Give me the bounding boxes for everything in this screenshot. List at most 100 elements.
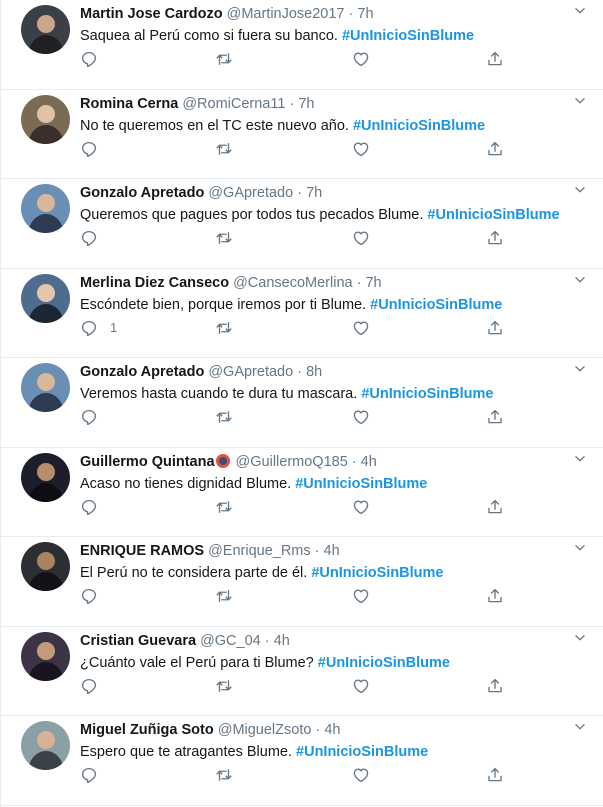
reply-button[interactable]: [80, 139, 110, 159]
tweet[interactable]: Merlina Diez Canseco @CansecoMerlina · 7h…: [1, 269, 603, 358]
like-button[interactable]: [352, 497, 370, 517]
tweet[interactable]: Martin Jose Cardozo @MartinJose2017 · 7h …: [1, 0, 603, 90]
tweet[interactable]: Miguel Zuñiga Soto @MiguelZsoto · 4h Espe…: [1, 716, 603, 806]
chevron-down-icon[interactable]: [573, 452, 587, 466]
user-handle[interactable]: @MartinJose2017: [227, 6, 345, 22]
avatar[interactable]: [21, 94, 70, 144]
like-button[interactable]: [352, 318, 370, 338]
user-handle[interactable]: @Enrique_Rms: [208, 543, 311, 559]
reply-button[interactable]: [80, 407, 110, 427]
display-name[interactable]: Merlina Diez Canseco: [80, 275, 229, 291]
timestamp[interactable]: 7h: [365, 275, 381, 291]
hashtag-link[interactable]: #UnInicioSinBlume: [361, 386, 493, 402]
reply-button[interactable]: [80, 49, 110, 69]
avatar[interactable]: [21, 452, 70, 502]
user-handle[interactable]: @GApretado: [208, 185, 293, 201]
tweet[interactable]: ENRIQUE RAMOS @Enrique_Rms · 4h El Perú n…: [1, 537, 603, 627]
avatar[interactable]: [21, 542, 70, 591]
user-handle[interactable]: @RomiCerna11: [182, 96, 285, 112]
reply-button[interactable]: [80, 497, 110, 517]
chevron-down-icon[interactable]: [573, 720, 587, 734]
user-handle[interactable]: @MiguelZsoto: [218, 722, 312, 738]
retweet-button[interactable]: [215, 228, 233, 248]
display-name[interactable]: Gonzalo Apretado: [80, 185, 204, 201]
retweet-button[interactable]: [215, 765, 233, 785]
retweet-button[interactable]: [215, 49, 233, 69]
reply-button[interactable]: [80, 765, 110, 785]
hashtag-link[interactable]: #UnInicioSinBlume: [296, 744, 428, 760]
share-button[interactable]: [486, 586, 504, 606]
share-button[interactable]: [486, 765, 504, 785]
user-handle[interactable]: @GuillermoQ185: [236, 454, 348, 470]
display-name[interactable]: Guillermo Quintana: [80, 454, 215, 470]
chevron-down-icon[interactable]: [573, 4, 587, 18]
timestamp[interactable]: 4h: [361, 454, 377, 470]
timestamp[interactable]: 7h: [298, 96, 314, 112]
like-button[interactable]: [352, 765, 370, 785]
display-name[interactable]: Gonzalo Apretado: [80, 364, 204, 380]
timestamp[interactable]: 7h: [306, 185, 322, 201]
tweet-text: Veremos hasta cuando te dura tu mascara.…: [80, 385, 587, 403]
chevron-down-icon[interactable]: [573, 631, 587, 645]
retweet-button[interactable]: [215, 318, 233, 338]
reply-button[interactable]: [80, 676, 110, 696]
display-name[interactable]: Romina Cerna: [80, 96, 178, 112]
avatar[interactable]: [21, 5, 70, 54]
chevron-down-icon[interactable]: [573, 183, 587, 197]
like-button[interactable]: [352, 676, 370, 696]
avatar[interactable]: [21, 631, 70, 681]
display-name[interactable]: Martin Jose Cardozo: [80, 6, 223, 22]
avatar[interactable]: [21, 184, 70, 233]
display-name[interactable]: Cristian Guevara: [80, 633, 196, 649]
retweet-button[interactable]: [215, 497, 233, 517]
display-name[interactable]: ENRIQUE RAMOS: [80, 543, 204, 559]
share-button[interactable]: [486, 49, 504, 69]
retweet-button[interactable]: [215, 676, 233, 696]
timestamp[interactable]: 4h: [324, 543, 340, 559]
retweet-button[interactable]: [215, 407, 233, 427]
share-button[interactable]: [486, 139, 504, 159]
chevron-down-icon[interactable]: [573, 362, 587, 376]
timestamp[interactable]: 8h: [306, 364, 322, 380]
timestamp[interactable]: 4h: [324, 722, 340, 738]
timestamp[interactable]: 4h: [274, 633, 290, 649]
tweet[interactable]: Gonzalo Apretado @GApretado · 8h Veremos …: [1, 358, 603, 448]
hashtag-link[interactable]: #UnInicioSinBlume: [353, 118, 485, 134]
share-button[interactable]: [486, 228, 504, 248]
user-handle[interactable]: @CansecoMerlina: [233, 275, 353, 291]
like-button[interactable]: [352, 407, 370, 427]
share-button[interactable]: [486, 497, 504, 517]
avatar[interactable]: [21, 721, 70, 770]
like-button[interactable]: [352, 586, 370, 606]
avatar[interactable]: [21, 273, 70, 323]
hashtag-link[interactable]: #UnInicioSinBlume: [311, 565, 443, 581]
user-handle[interactable]: @GC_04: [200, 633, 261, 649]
display-name[interactable]: Miguel Zuñiga Soto: [80, 722, 214, 738]
chevron-down-icon[interactable]: [573, 541, 587, 555]
tweet[interactable]: Guillermo Quintana @GuillermoQ185 · 4h Ac…: [1, 448, 603, 537]
tweet[interactable]: Cristian Guevara @GC_04 · 4h ¿Cuánto vale…: [1, 627, 603, 716]
tweet[interactable]: Romina Cerna @RomiCerna11 · 7h No te quer…: [1, 90, 603, 179]
hashtag-link[interactable]: #UnInicioSinBlume: [318, 655, 450, 671]
reply-button[interactable]: [80, 228, 110, 248]
reply-button[interactable]: 1: [80, 318, 117, 338]
share-button[interactable]: [486, 676, 504, 696]
retweet-button[interactable]: [215, 139, 233, 159]
retweet-button[interactable]: [215, 586, 233, 606]
chevron-down-icon[interactable]: [573, 94, 587, 108]
like-button[interactable]: [352, 228, 370, 248]
hashtag-link[interactable]: #UnInicioSinBlume: [427, 207, 559, 223]
hashtag-link[interactable]: #UnInicioSinBlume: [370, 297, 502, 313]
share-button[interactable]: [486, 318, 504, 338]
tweet[interactable]: Gonzalo Apretado @GApretado · 7h Queremos…: [1, 179, 603, 269]
timestamp[interactable]: 7h: [357, 6, 373, 22]
hashtag-link[interactable]: #UnInicioSinBlume: [342, 28, 474, 44]
hashtag-link[interactable]: #UnInicioSinBlume: [295, 476, 427, 492]
share-button[interactable]: [486, 407, 504, 427]
reply-button[interactable]: [80, 586, 110, 606]
like-button[interactable]: [352, 139, 370, 159]
user-handle[interactable]: @GApretado: [208, 364, 293, 380]
avatar[interactable]: [21, 363, 70, 412]
chevron-down-icon[interactable]: [573, 273, 587, 287]
like-button[interactable]: [352, 49, 370, 69]
